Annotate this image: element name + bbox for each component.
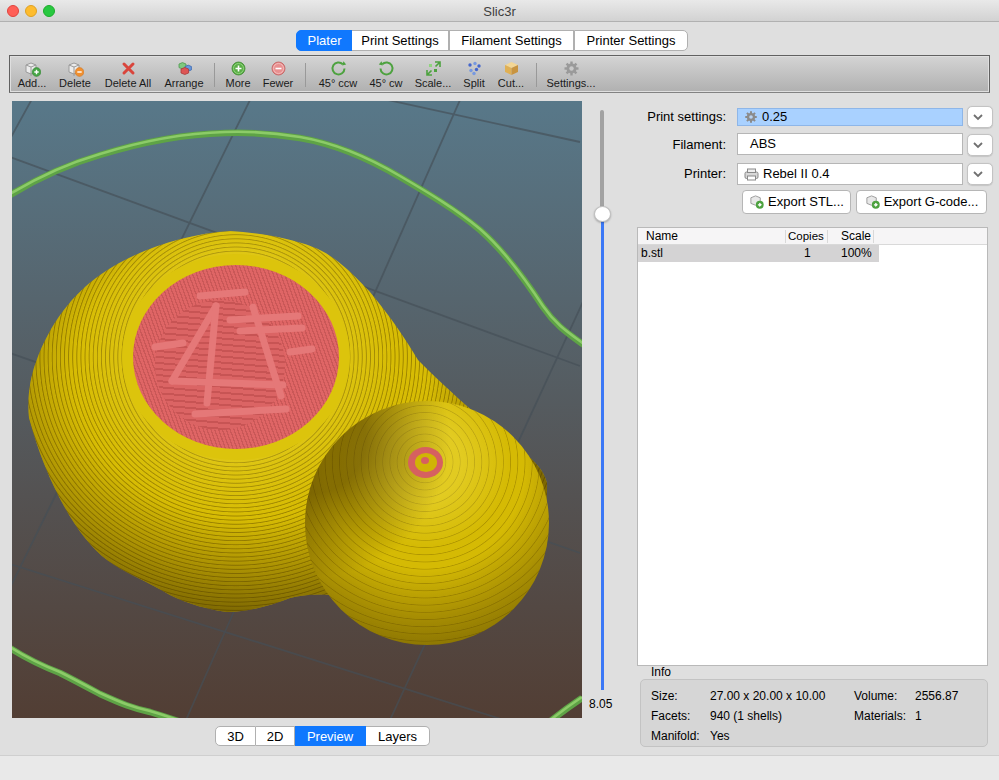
- export-stl-label: Export STL...: [768, 194, 844, 209]
- info-section-title: Info: [651, 665, 671, 679]
- row-copies: 1: [804, 245, 811, 262]
- filament-label: Filament:: [600, 134, 726, 155]
- delete-all-icon: [120, 60, 137, 77]
- print-settings-label: Print settings:: [600, 106, 726, 127]
- rotate-ccw-icon: [330, 60, 347, 77]
- tab-filament-settings[interactable]: Filament Settings: [449, 30, 574, 51]
- cut-icon: [503, 60, 520, 77]
- info-manifold-value: Yes: [710, 729, 730, 743]
- filament-value: ABS: [750, 136, 776, 151]
- delete-all-button[interactable]: Delete All: [96, 60, 160, 90]
- table-header: Name Copies Scale: [638, 228, 987, 245]
- row-scale: 100%: [841, 245, 872, 262]
- fewer-button[interactable]: Fewer: [246, 60, 310, 90]
- layer-slider-fill[interactable]: [601, 213, 604, 690]
- view-button-3d[interactable]: 3D: [215, 726, 256, 746]
- cut-button[interactable]: Cut...: [479, 60, 543, 90]
- view-button-layers[interactable]: Layers: [366, 726, 430, 746]
- tab-plater[interactable]: Plater: [296, 30, 353, 51]
- info-manifold-label: Manifold:: [651, 729, 700, 743]
- printer-label: Printer:: [600, 163, 726, 184]
- export-gcode-button[interactable]: Export G-code...: [856, 190, 987, 214]
- column-scale[interactable]: Scale: [841, 228, 871, 244]
- arrange-icon: [176, 60, 193, 77]
- column-name[interactable]: Name: [646, 228, 678, 244]
- info-size-value: 27.00 x 20.00 x 10.00: [710, 689, 825, 703]
- add-icon: [24, 60, 41, 77]
- filament-dropdown-button[interactable]: [967, 134, 993, 156]
- window-title: Slic3r: [0, 4, 999, 19]
- settings-label: Settings...: [539, 78, 603, 89]
- fewer-icon: [270, 60, 287, 77]
- export-gcode-icon: [865, 194, 880, 209]
- delete-all-label: Delete All: [96, 78, 160, 89]
- column-separator: [785, 230, 786, 243]
- tab-printer-settings[interactable]: Printer Settings: [574, 30, 688, 51]
- print-settings-dropdown-button[interactable]: [967, 106, 993, 128]
- fewer-label: Fewer: [246, 78, 310, 89]
- column-copies[interactable]: Copies: [788, 228, 824, 244]
- gear-icon: [744, 110, 758, 124]
- export-gcode-label: Export G-code...: [884, 194, 979, 209]
- layer-slider-value: 8.05: [589, 697, 621, 711]
- small-dome-center: [421, 457, 429, 464]
- objects-table[interactable]: Name Copies Scale b.stl 1 100%: [637, 227, 988, 666]
- column-separator: [827, 230, 828, 243]
- info-facets-value: 940 (1 shells): [710, 709, 782, 723]
- title-bar: Slic3r: [0, 0, 999, 22]
- delete-icon: [67, 60, 84, 77]
- export-stl-button[interactable]: Export STL...: [742, 190, 851, 214]
- printer-dropdown-button[interactable]: [967, 163, 993, 185]
- row-name: b.stl: [641, 245, 663, 262]
- printer-value: Rebel II 0.4: [763, 166, 830, 181]
- view-button-2d[interactable]: 2D: [256, 726, 295, 746]
- view-button-preview[interactable]: Preview: [295, 726, 366, 746]
- info-volume-value: 2556.87: [915, 689, 958, 703]
- settings-button[interactable]: Settings...: [539, 60, 603, 90]
- info-materials-value: 1: [915, 709, 922, 723]
- more-icon: [230, 60, 247, 77]
- column-separator: [873, 230, 874, 243]
- layer-slider-thumb[interactable]: [594, 206, 611, 222]
- window-bottom-strip: [0, 755, 999, 780]
- chevron-down-icon: [968, 164, 988, 183]
- info-facets-label: Facets:: [651, 709, 690, 723]
- info-size-label: Size:: [651, 689, 678, 703]
- model-small-dome[interactable]: [305, 401, 549, 645]
- 3d-viewport[interactable]: [12, 101, 582, 718]
- info-volume-label: Volume:: [854, 689, 897, 703]
- print-settings-value: 0.25: [762, 109, 787, 124]
- chevron-down-icon: [968, 135, 988, 154]
- printer-icon: [744, 168, 759, 181]
- toolbar: Add... Delete Delete All Arrange More Fe…: [10, 57, 989, 91]
- settings-icon: [563, 60, 580, 77]
- infill-lines: [133, 265, 339, 449]
- chevron-down-icon: [968, 107, 988, 126]
- info-materials-label: Materials:: [854, 709, 906, 723]
- export-stl-icon: [749, 194, 764, 209]
- tab-print-settings[interactable]: Print Settings: [352, 30, 449, 51]
- rotate-cw-icon: [378, 60, 395, 77]
- toolbar-separator-3: [536, 63, 537, 87]
- scale-icon: [425, 60, 442, 77]
- cut-label: Cut...: [479, 78, 543, 89]
- print-settings-combo[interactable]: 0.25: [737, 108, 963, 126]
- printer-combo[interactable]: Rebel II 0.4: [737, 163, 963, 185]
- filament-combo[interactable]: ABS: [737, 133, 963, 155]
